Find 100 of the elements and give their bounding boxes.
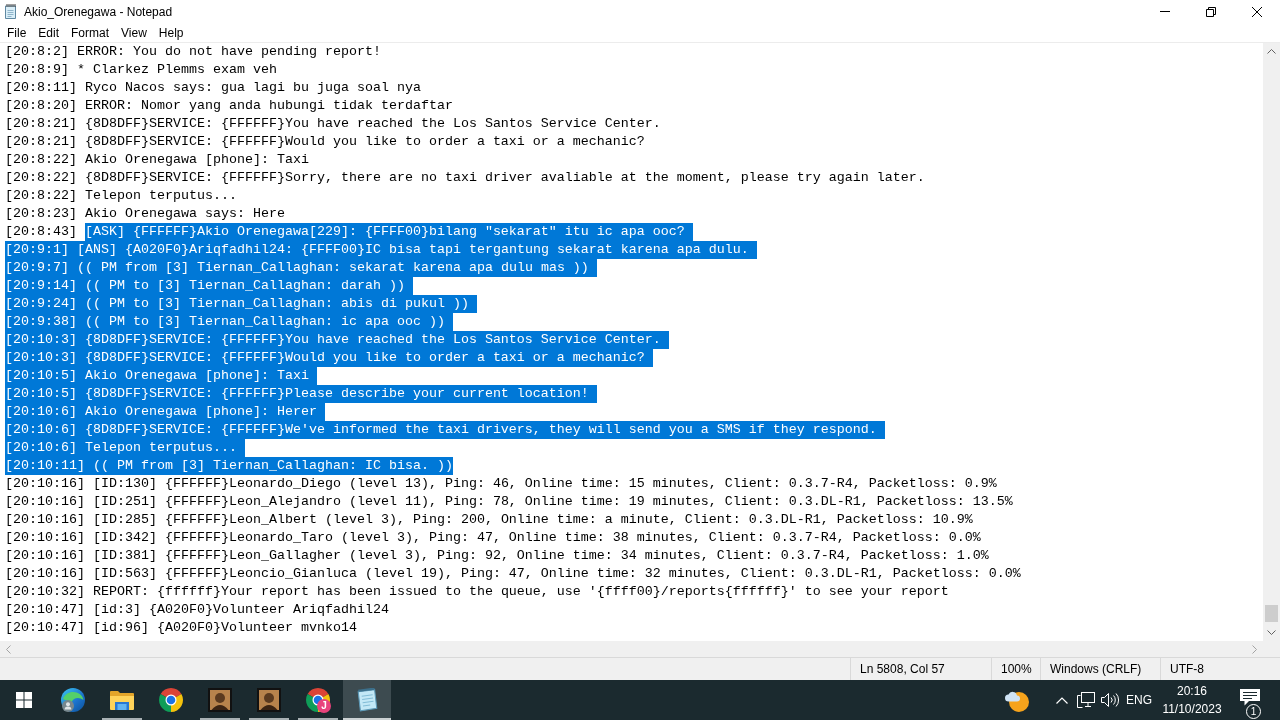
timestamp: [20:10:6] bbox=[5, 439, 85, 457]
swirl-logo-icon bbox=[61, 688, 85, 712]
status-text: Ln 5808, Col 57 bbox=[860, 662, 945, 676]
log-message: (( PM to [3] Tiernan_Callaghan: darah )) bbox=[84, 277, 413, 295]
timestamp: [20:9:14] bbox=[5, 277, 85, 295]
log-message: (( PM to [3] Tiernan_Callaghan: ic apa ooc )) bbox=[84, 313, 453, 331]
menu-item[interactable]: Format bbox=[65, 23, 116, 42]
log-message: {8D8DFF}SERVICE: {FFFFFF}We've informed the taxi drivers, they will send you a SMS if they respond. bbox=[84, 421, 885, 439]
windows-logo-icon bbox=[16, 692, 32, 708]
avatar-badge: J bbox=[317, 699, 331, 713]
timestamp: [20:9:38] bbox=[5, 313, 85, 331]
timestamp: [20:10:47] bbox=[5, 619, 86, 637]
log-message: [ID:130] {FFFFFF}Leonardo_Diego (level 13), Ping: 46, Online time: 15 minutes, Client: 0.3.7-R4, Packetloss: 0.9% bbox=[92, 475, 997, 493]
status-text: UTF-8 bbox=[1170, 662, 1204, 676]
timestamp: [20:8:22] bbox=[5, 187, 78, 205]
timestamp: [20:9:7] bbox=[5, 259, 77, 277]
log-message: [id:96] {A020F0}Volunteer mvnko14 bbox=[92, 619, 357, 637]
timestamp: [20:10:6] bbox=[5, 421, 85, 439]
log-message: {8D8DFF}SERVICE: {FFFFFF}Would you like to order a taxi or a mechanic? bbox=[84, 133, 645, 151]
log-message: {8D8DFF}SERVICE: {FFFFFF}You have reached the Los Santos Service Center. bbox=[84, 115, 661, 133]
log-message: ERROR: You do not have pending report! bbox=[77, 43, 381, 61]
log-message: {8D8DFF}SERVICE: {FFFFFF}You have reached the Los Santos Service Center. bbox=[84, 331, 669, 349]
menu-item[interactable]: Edit bbox=[32, 23, 66, 42]
chrome-logo-icon bbox=[159, 688, 183, 712]
folder-icon bbox=[110, 690, 134, 710]
taskbar-button[interactable]: J bbox=[294, 680, 342, 720]
log-message: [ID:563] {FFFFFF}Leoncio_Gianluca (level 19), Ping: 47, Online time: 32 minutes, Client: 0.3.DL-R1, Packetloss: 0.0% bbox=[92, 565, 1021, 583]
timestamp: [20:8:21] bbox=[5, 115, 78, 133]
status-text: 100% bbox=[1001, 662, 1032, 676]
timestamp: [20:10:3] bbox=[5, 349, 85, 367]
timestamp: [20:9:1] bbox=[5, 241, 77, 259]
timestamp: [20:10:47] bbox=[5, 601, 86, 619]
log-message: Akio Orenegawa [phone]: Herer bbox=[84, 403, 325, 421]
log-message: * Clarkez Plemms exam veh bbox=[77, 61, 277, 79]
timestamp: [20:10:16] bbox=[5, 547, 86, 565]
character-portrait-icon bbox=[257, 688, 281, 712]
log-message: (( PM from [3] Tiernan_Callaghan: sekarat karena apa dulu mas )) bbox=[77, 259, 597, 277]
log-message: ERROR: Nomor yang anda hubungi tidak terdaftar bbox=[84, 97, 453, 115]
timestamp: [20:8:43] bbox=[5, 223, 78, 241]
log-message: [ID:381] {FFFFFF}Leon_Gallagher (level 3), Ping: 92, Online time: 34 minutes, Client: 0.3.7-R4, Packetloss: 1.0% bbox=[92, 547, 989, 565]
log-message: [ANS] {A020F0}Ariqfadhil24: {FFFF00}IC bisa tapi tergantung sekarat karena apa dulu. bbox=[77, 241, 757, 259]
log-message: [ID:251] {FFFFFF}Leon_Alejandro (level 11), Ping: 78, Online time: 19 minutes, Client: 0.3.DL-R1, Packetloss: 13.5% bbox=[92, 493, 1013, 511]
close-icon bbox=[1252, 6, 1262, 17]
menu-item[interactable]: Help bbox=[152, 23, 190, 42]
timestamp: [20:8:22] bbox=[5, 151, 78, 169]
language-button[interactable]: ENG bbox=[1122, 680, 1156, 720]
log-message: Akio Orenegawa says: Here bbox=[84, 205, 285, 223]
timestamp: [20:10:16] bbox=[5, 565, 86, 583]
scroll-thumb[interactable] bbox=[1265, 605, 1278, 622]
log-message: Ryco Nacos says: gua lagi bu juga soal nya bbox=[84, 79, 421, 97]
log-message: {8D8DFF}SERVICE: {FFFFFF}Would you like to order a taxi or a mechanic? bbox=[84, 349, 653, 367]
speaker-icon bbox=[1101, 692, 1119, 708]
network-monitor-icon bbox=[1077, 692, 1095, 708]
log-message: (( PM to [3] Tiernan_Callaghan: abis di pukul )) bbox=[84, 295, 477, 313]
log-message: [ID:285] {FFFFFF}Leon_Albert (level 3), Ping: 200, Online time: a minute, Client: 0.3.DL-R1, Packetloss: 10.9% bbox=[92, 511, 973, 529]
menu-item[interactable]: File bbox=[1, 23, 33, 42]
clock-button[interactable]: 20:16 11/10/2023 bbox=[1156, 680, 1228, 720]
notepad-icon bbox=[356, 688, 378, 712]
timestamp: [20:10:16] bbox=[5, 475, 86, 493]
timestamp: [20:8:2] bbox=[5, 43, 70, 61]
timestamp: [20:8:21] bbox=[5, 133, 78, 151]
log-message: Telepon terputus... bbox=[84, 187, 237, 205]
timestamp: [20:10:3] bbox=[5, 331, 85, 349]
minimize-icon bbox=[1160, 11, 1170, 12]
caret-down-icon[interactable] bbox=[1267, 630, 1276, 635]
chevron-up-icon bbox=[1056, 696, 1068, 704]
timestamp: [20:8:22] bbox=[5, 169, 78, 187]
timestamp: [20:10:11] bbox=[5, 457, 93, 475]
log-message: (( PM from [3] Tiernan_Callaghan: IC bisa. )) bbox=[92, 457, 453, 475]
timestamp: [20:10:16] bbox=[5, 493, 86, 511]
timestamp: [20:10:6] bbox=[5, 403, 85, 421]
notepad-icon bbox=[5, 4, 16, 19]
timestamp: [20:10:16] bbox=[5, 511, 86, 529]
timestamp: [20:10:16] bbox=[5, 529, 86, 547]
timestamp: [20:8:23] bbox=[5, 205, 78, 223]
character-portrait-icon bbox=[208, 688, 232, 712]
timestamp: [20:9:24] bbox=[5, 295, 85, 313]
menu-item[interactable]: View bbox=[115, 23, 153, 42]
log-message: [ASK] {FFFFFF}Akio Orenegawa[229]: {FFFF00}bilang "sekarat" itu ic apa ooc? bbox=[84, 223, 693, 241]
notification-count: 1 bbox=[1246, 704, 1261, 719]
log-message: {8D8DFF}SERVICE: {FFFFFF}Please describe your current location! bbox=[84, 385, 597, 403]
timestamp: [20:10:5] bbox=[5, 367, 85, 385]
timestamp: [20:10:32] bbox=[5, 583, 86, 601]
log-message: Telepon terputus... bbox=[84, 439, 245, 457]
timestamp: [20:8:20] bbox=[5, 97, 78, 115]
timestamp: [20:10:5] bbox=[5, 385, 85, 403]
log-message: Akio Orenegawa [phone]: Taxi bbox=[84, 367, 317, 385]
log-message: {8D8DFF}SERVICE: {FFFFFF}Sorry, there are no taxi driver avaliable at the moment, please try again later. bbox=[84, 169, 925, 187]
notifications-button[interactable]: 1 bbox=[1228, 680, 1272, 720]
log-message: [ID:342] {FFFFFF}Leonardo_Taro (level 3), Ping: 47, Online time: 38 minutes, Client: 0.3.7-R4, Packetloss: 0.0% bbox=[92, 529, 981, 547]
timestamp: [20:8:9] bbox=[5, 61, 70, 79]
log-message: REPORT: {ffffff}Your report has been issued to the queue, use '{ffff00}/reports{ffffff}' to see your report bbox=[92, 583, 949, 601]
caret-up-icon[interactable] bbox=[1267, 49, 1276, 54]
status-text: Windows (CRLF) bbox=[1050, 662, 1142, 676]
restore-icon bbox=[1206, 6, 1216, 17]
timestamp: [20:8:11] bbox=[5, 79, 78, 97]
window-title: Akio_Orenegawa - Notepad bbox=[24, 4, 173, 19]
vertical-scrollbar[interactable] bbox=[1263, 43, 1280, 641]
taskbar-button[interactable] bbox=[343, 680, 391, 720]
log-message: Akio Orenegawa [phone]: Taxi bbox=[84, 151, 309, 169]
